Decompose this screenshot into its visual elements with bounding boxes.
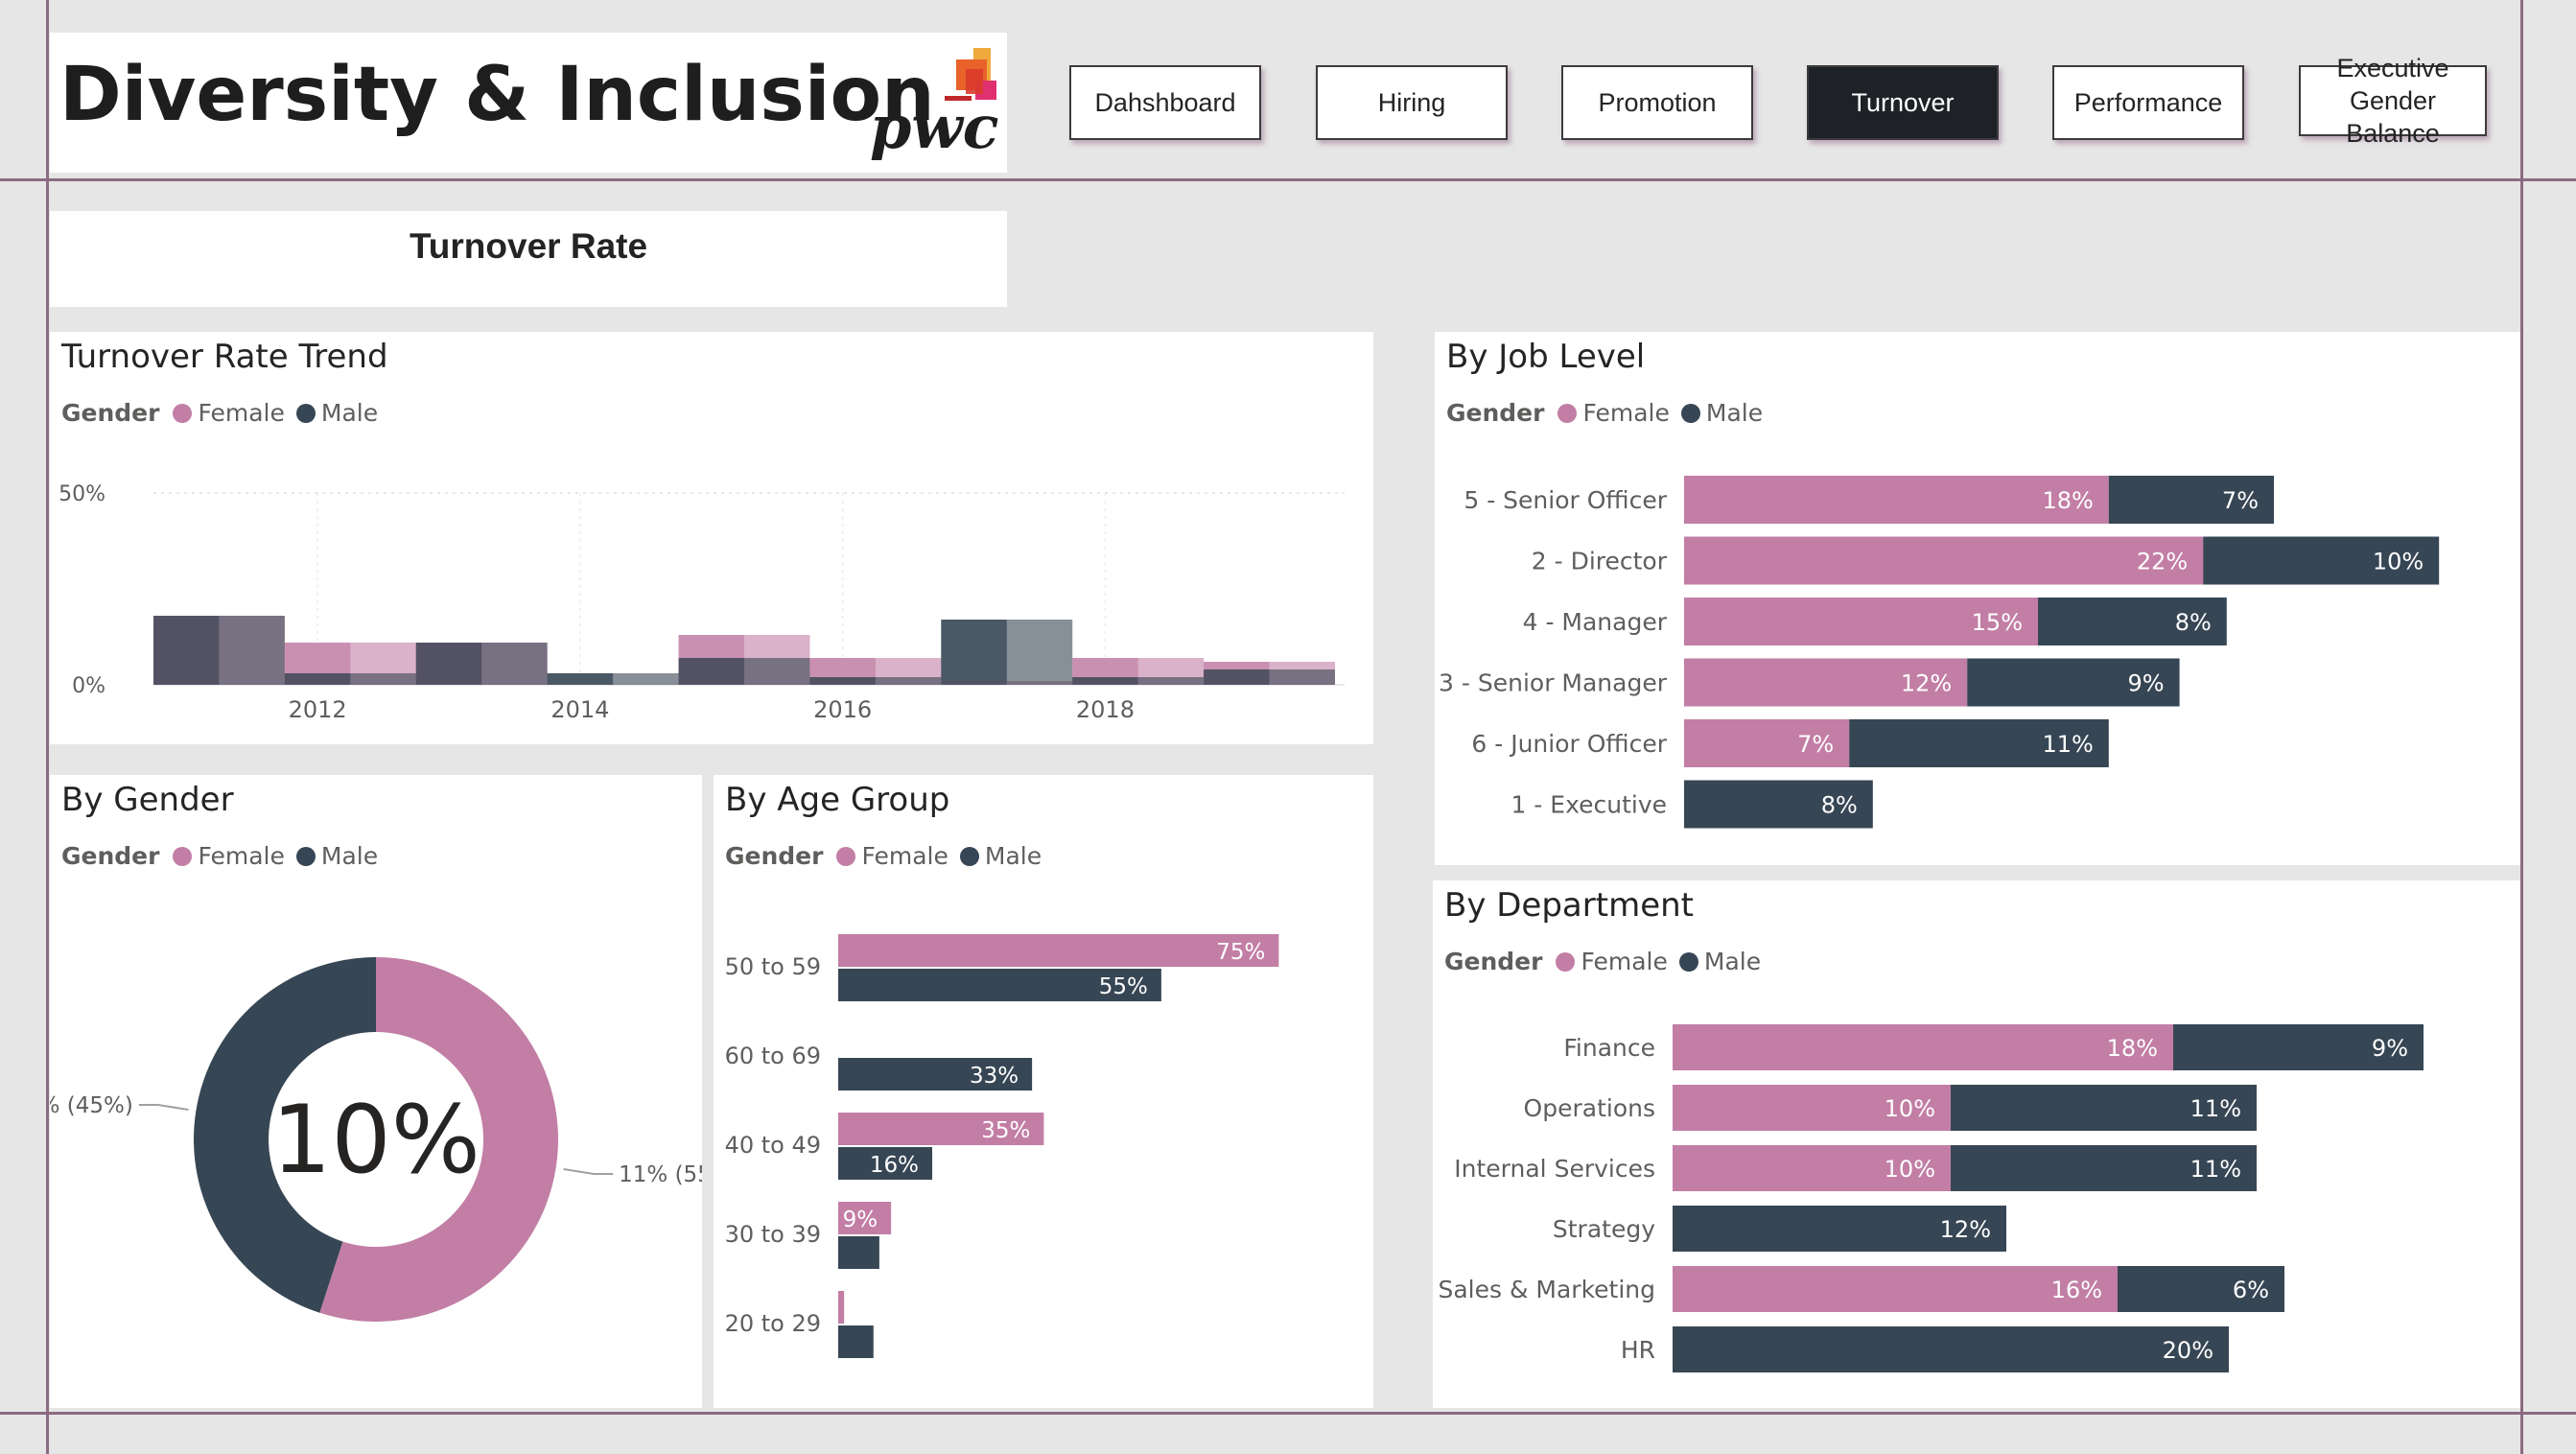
data-label: 8% bbox=[1821, 792, 1858, 819]
category-label: Internal Services bbox=[1454, 1155, 1655, 1183]
data-label: 20% bbox=[2163, 1337, 2213, 1364]
bar-male bbox=[838, 1325, 874, 1358]
page-title-panel: Turnover Rate bbox=[50, 211, 1007, 307]
header-panel: Diversity & Inclusion pwc bbox=[50, 33, 1007, 173]
donut-center-value: 10% bbox=[271, 1086, 480, 1195]
data-label: 9% bbox=[2128, 670, 2165, 697]
data-label: 10% bbox=[2373, 549, 2424, 575]
job-card: By Job Level Gender Female Male 5 - Seni… bbox=[1435, 332, 2520, 865]
data-label: 55% bbox=[1099, 974, 1148, 999]
pwc-logo-text: pwc bbox=[870, 92, 999, 162]
frame-line bbox=[0, 1412, 2576, 1415]
data-label: 18% bbox=[2042, 487, 2093, 514]
y-tick-label: 0% bbox=[72, 674, 105, 698]
category-label: 30 to 39 bbox=[725, 1221, 821, 1248]
category-label: 5 - Senior Officer bbox=[1464, 486, 1667, 514]
category-label: 40 to 49 bbox=[725, 1132, 821, 1159]
dept-chart: Finance 18% 9% Operations 10% 11% Internal Ser… bbox=[1438, 1024, 2424, 1372]
page-title: Turnover Rate bbox=[409, 226, 648, 266]
nav-button-performance[interactable]: Performance bbox=[2052, 65, 2244, 140]
data-label: 11% bbox=[2042, 731, 2093, 758]
category-label: Strategy bbox=[1553, 1215, 1655, 1243]
category-label: 20 to 29 bbox=[725, 1310, 821, 1337]
job-chart: 5 - Senior Officer 18% 7% 2 - Director 22% 10… bbox=[1439, 476, 2440, 829]
donut-slice-label: 11% (55%) bbox=[619, 1162, 702, 1187]
y-tick-label: 50% bbox=[59, 482, 105, 506]
category-label: 60 to 69 bbox=[725, 1043, 821, 1069]
nav-button-turnover[interactable]: Turnover bbox=[1807, 65, 1999, 140]
category-label: 6 - Junior Officer bbox=[1471, 730, 1667, 758]
data-label: 16% bbox=[870, 1153, 919, 1178]
x-tick-label: 2018 bbox=[1076, 696, 1135, 723]
frame-line bbox=[2520, 0, 2523, 1454]
donut-leader-line bbox=[138, 1104, 189, 1112]
nav-button-executive-gender-balance[interactable]: Executive Gender Balance bbox=[2299, 54, 2487, 148]
gender-card: By Gender Gender Female Male 11% (55%)9%… bbox=[50, 775, 702, 1408]
data-label: 12% bbox=[1940, 1216, 1991, 1243]
x-tick-label: 2012 bbox=[289, 696, 347, 723]
data-label: 22% bbox=[2137, 549, 2188, 575]
bar-male bbox=[547, 673, 614, 685]
data-label: 7% bbox=[2222, 487, 2259, 514]
dashboard-title: Diversity & Inclusion bbox=[59, 52, 935, 138]
data-label: 10% bbox=[1885, 1095, 1935, 1122]
data-label: 8% bbox=[2175, 609, 2212, 636]
category-label: Finance bbox=[1563, 1034, 1655, 1062]
category-label: HR bbox=[1621, 1336, 1655, 1364]
bar-male bbox=[941, 620, 1007, 685]
data-label: 11% bbox=[2190, 1156, 2241, 1183]
trend-card: Turnover Rate Trend Gender Female Male 0… bbox=[50, 332, 1373, 744]
category-label: 1 - Executive bbox=[1510, 791, 1667, 819]
bar-male bbox=[284, 673, 351, 685]
nav-button-dashboard[interactable]: Dahshboard bbox=[1069, 65, 1261, 140]
bar-male bbox=[678, 658, 744, 685]
data-label: 18% bbox=[2107, 1035, 2158, 1062]
dept-card: By Department Gender Female Male Finance… bbox=[1433, 880, 2520, 1408]
category-label: 4 - Manager bbox=[1523, 608, 1668, 636]
bar-male bbox=[1204, 669, 1270, 685]
donut-slice-label: 9% (45%) bbox=[50, 1093, 133, 1118]
trend-chart: 0% 50% 2012 2014 2016 2018 bbox=[59, 482, 1345, 723]
data-label: 6% bbox=[2233, 1277, 2269, 1303]
category-label: Operations bbox=[1524, 1094, 1655, 1122]
data-label: 35% bbox=[981, 1118, 1030, 1143]
data-label: 7% bbox=[1797, 731, 1834, 758]
frame-line bbox=[46, 0, 49, 1454]
bar-male bbox=[1072, 677, 1138, 685]
x-tick-label: 2016 bbox=[813, 696, 872, 723]
bar-female bbox=[1673, 1024, 2173, 1070]
nav-button-promotion[interactable]: Promotion bbox=[1561, 65, 1753, 140]
category-label: 3 - Senior Manager bbox=[1439, 669, 1668, 697]
age-chart: 50 to 59 75% 55% 60 to 69 33% 40 to 49 35% 16% 3… bbox=[725, 934, 1279, 1358]
data-label: 11% bbox=[2190, 1095, 2241, 1122]
bar-male bbox=[809, 677, 876, 685]
bar-male bbox=[415, 643, 482, 685]
bar-female bbox=[1684, 536, 2204, 585]
gender-chart: 11% (55%) 9% (45%) 10% bbox=[50, 957, 702, 1322]
data-label: 16% bbox=[2051, 1277, 2102, 1303]
data-label: 9% bbox=[843, 1208, 878, 1232]
pwc-logo: pwc bbox=[822, 42, 1004, 169]
data-label: 10% bbox=[1885, 1156, 1935, 1183]
data-label: 12% bbox=[1901, 670, 1952, 697]
bar-female bbox=[838, 1291, 845, 1324]
data-label: 9% bbox=[2372, 1035, 2408, 1062]
bar-female bbox=[838, 934, 1279, 967]
data-label: 33% bbox=[970, 1064, 1019, 1089]
frame-line bbox=[0, 178, 2576, 181]
nav-button-hiring[interactable]: Hiring bbox=[1316, 65, 1508, 140]
data-label: 75% bbox=[1216, 940, 1265, 965]
bar-male bbox=[153, 616, 220, 685]
data-label: 15% bbox=[1972, 609, 2023, 636]
x-tick-label: 2014 bbox=[550, 696, 609, 723]
age-card: By Age Group Gender Female Male 50 to 59… bbox=[714, 775, 1373, 1408]
bar-male bbox=[1673, 1326, 2229, 1372]
category-label: 50 to 59 bbox=[725, 953, 821, 980]
category-label: 2 - Director bbox=[1532, 548, 1668, 575]
category-label: Sales & Marketing bbox=[1438, 1276, 1655, 1303]
donut-leader-line bbox=[563, 1167, 614, 1175]
bar-male bbox=[838, 1236, 879, 1269]
